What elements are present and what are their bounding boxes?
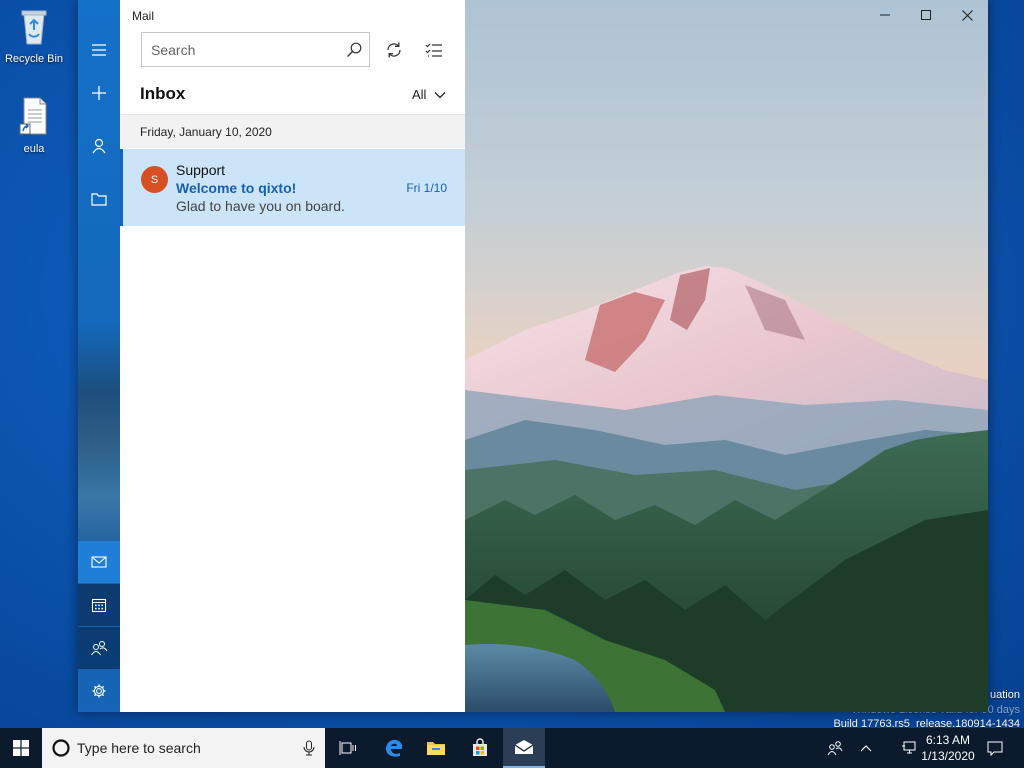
start-button[interactable] (0, 728, 42, 768)
person-icon (92, 138, 106, 154)
close-icon (961, 9, 973, 21)
chevron-up-icon (860, 745, 872, 752)
taskbar-search-placeholder: Type here to search (77, 740, 201, 756)
folder-title: Inbox (140, 84, 186, 103)
selection-mode-button[interactable] (419, 36, 449, 64)
calendar-switch-button[interactable] (78, 584, 120, 626)
search-icon (347, 42, 362, 57)
action-center-button[interactable] (983, 728, 1007, 768)
taskbar-clock[interactable]: 6:13 AM 1/13/2020 (921, 732, 975, 764)
show-hidden-icons-button[interactable] (853, 728, 879, 768)
recycle-bin-icon (21, 10, 47, 45)
minimize-icon (880, 14, 890, 16)
sender-avatar: S (141, 166, 168, 193)
taskbar-search-box[interactable]: Type here to search (42, 728, 325, 768)
settings-button[interactable] (78, 670, 120, 712)
accounts-button[interactable] (78, 125, 120, 167)
date-group-header: Friday, January 10, 2020 (120, 114, 465, 148)
message-preview: Glad to have you on board. (176, 198, 345, 214)
clock-time: 6:13 AM (925, 733, 971, 747)
document-shortcut-icon (19, 97, 47, 135)
maximize-button[interactable] (906, 4, 946, 26)
mail-switch-button[interactable] (78, 541, 120, 583)
network-tray-button[interactable] (896, 728, 922, 768)
reading-pane (465, 0, 988, 712)
watermark-line-1: uation (990, 689, 1020, 701)
message-date: Fri 1/10 (406, 181, 447, 195)
message-subject: Welcome to qixto! (176, 180, 297, 196)
mail-icon (91, 556, 107, 568)
desktop-icon-label: Recycle Bin (4, 53, 64, 65)
close-button[interactable] (947, 4, 987, 26)
store-icon (473, 738, 487, 756)
search-box[interactable] (141, 32, 370, 67)
file-explorer-icon (427, 742, 445, 755)
filter-dropdown[interactable]: All (412, 87, 446, 102)
desktop-icon-eula[interactable]: eula (2, 96, 66, 155)
people-icon (827, 741, 843, 756)
calendar-icon (91, 598, 107, 613)
people-tray-button[interactable] (822, 728, 848, 768)
app-title: Mail (132, 9, 155, 23)
taskbar-file-explorer-button[interactable] (415, 728, 457, 768)
filter-label: All (412, 87, 427, 102)
sync-button[interactable] (379, 36, 409, 64)
network-icon (902, 741, 916, 754)
maximize-icon (921, 10, 931, 20)
gear-icon (92, 684, 106, 698)
plus-icon (92, 86, 106, 100)
new-mail-button[interactable] (78, 72, 120, 114)
mail-icon (514, 740, 534, 754)
minimize-button[interactable] (865, 4, 905, 26)
people-icon (91, 641, 108, 656)
message-list-pane: Mail Inbox All Friday, January 10, 2020 … (120, 0, 465, 712)
clock-date: 1/13/2020 (921, 749, 975, 763)
edge-icon (386, 739, 403, 757)
taskbar-store-button[interactable] (459, 728, 501, 768)
notification-icon (987, 741, 1003, 756)
taskbar: Type here to search 6:13 AM 1/13/2020 (0, 728, 1024, 768)
task-view-icon (339, 741, 356, 755)
search-input[interactable] (142, 40, 339, 59)
message-sender: Support (176, 162, 226, 178)
chevron-down-icon (434, 91, 446, 98)
message-list-item[interactable]: S Support Welcome to qixto! Glad to have… (120, 149, 465, 226)
cortana-icon (52, 739, 70, 757)
taskbar-edge-button[interactable] (373, 728, 415, 768)
navigation-rail (78, 0, 120, 712)
mail-window: Mail Inbox All Friday, January 10, 2020 … (78, 0, 988, 712)
folder-icon (91, 193, 107, 206)
desktop-icon-recycle-bin[interactable]: Recycle Bin (2, 6, 66, 65)
collapse-menu-button[interactable] (78, 29, 120, 71)
windows-logo-icon (13, 740, 29, 756)
taskbar-mail-button[interactable] (503, 728, 545, 768)
sync-icon (387, 42, 401, 58)
hamburger-menu-icon (92, 44, 106, 56)
checklist-icon (425, 43, 442, 57)
search-button[interactable] (339, 42, 369, 58)
task-view-button[interactable] (327, 728, 369, 768)
folders-button[interactable] (78, 178, 120, 220)
desktop-icon-label: eula (23, 143, 45, 155)
microphone-icon[interactable] (303, 740, 315, 756)
landscape-background-image (465, 0, 988, 712)
people-switch-button[interactable] (78, 627, 120, 669)
